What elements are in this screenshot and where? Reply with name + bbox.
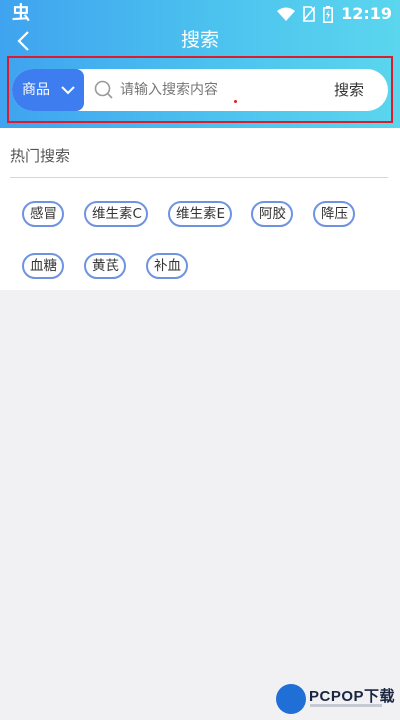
hot-tag[interactable]: 维生素C [84, 201, 148, 227]
no-sim-icon [303, 6, 316, 22]
watermark: PCPOP下载 [276, 682, 398, 718]
cursor-dot [234, 100, 237, 103]
hot-tag[interactable]: 感冒 [22, 201, 64, 227]
hot-tag[interactable]: 降压 [313, 201, 355, 227]
watermark-underline [310, 704, 382, 707]
page-title: 搜索 [180, 29, 219, 51]
chevron-down-icon [61, 86, 75, 95]
status-icons: 12:19 [277, 4, 392, 24]
status-bar: 虫 12:19 [0, 0, 400, 28]
category-label: 商品 [22, 82, 50, 98]
search-input[interactable] [120, 78, 310, 102]
divider [10, 177, 388, 178]
search-button[interactable]: 搜索 [326, 78, 372, 102]
hot-tag[interactable]: 补血 [146, 253, 188, 279]
watermark-text: PCPOP下载 [309, 688, 396, 705]
search-icon [94, 80, 113, 99]
watermark-logo-icon [276, 684, 306, 714]
hot-tag[interactable]: 血糖 [22, 253, 64, 279]
app-logo: 虫 [12, 3, 30, 24]
hot-search-title: 热门搜索 [10, 147, 71, 165]
battery-icon [323, 5, 334, 23]
hot-tag[interactable]: 阿胶 [251, 201, 293, 227]
hot-tag[interactable]: 维生素E [168, 201, 232, 227]
category-select[interactable]: 商品 [12, 69, 84, 111]
wifi-icon [277, 7, 296, 21]
hot-tag[interactable]: 黄芪 [84, 253, 126, 279]
status-time: 12:19 [341, 4, 392, 23]
